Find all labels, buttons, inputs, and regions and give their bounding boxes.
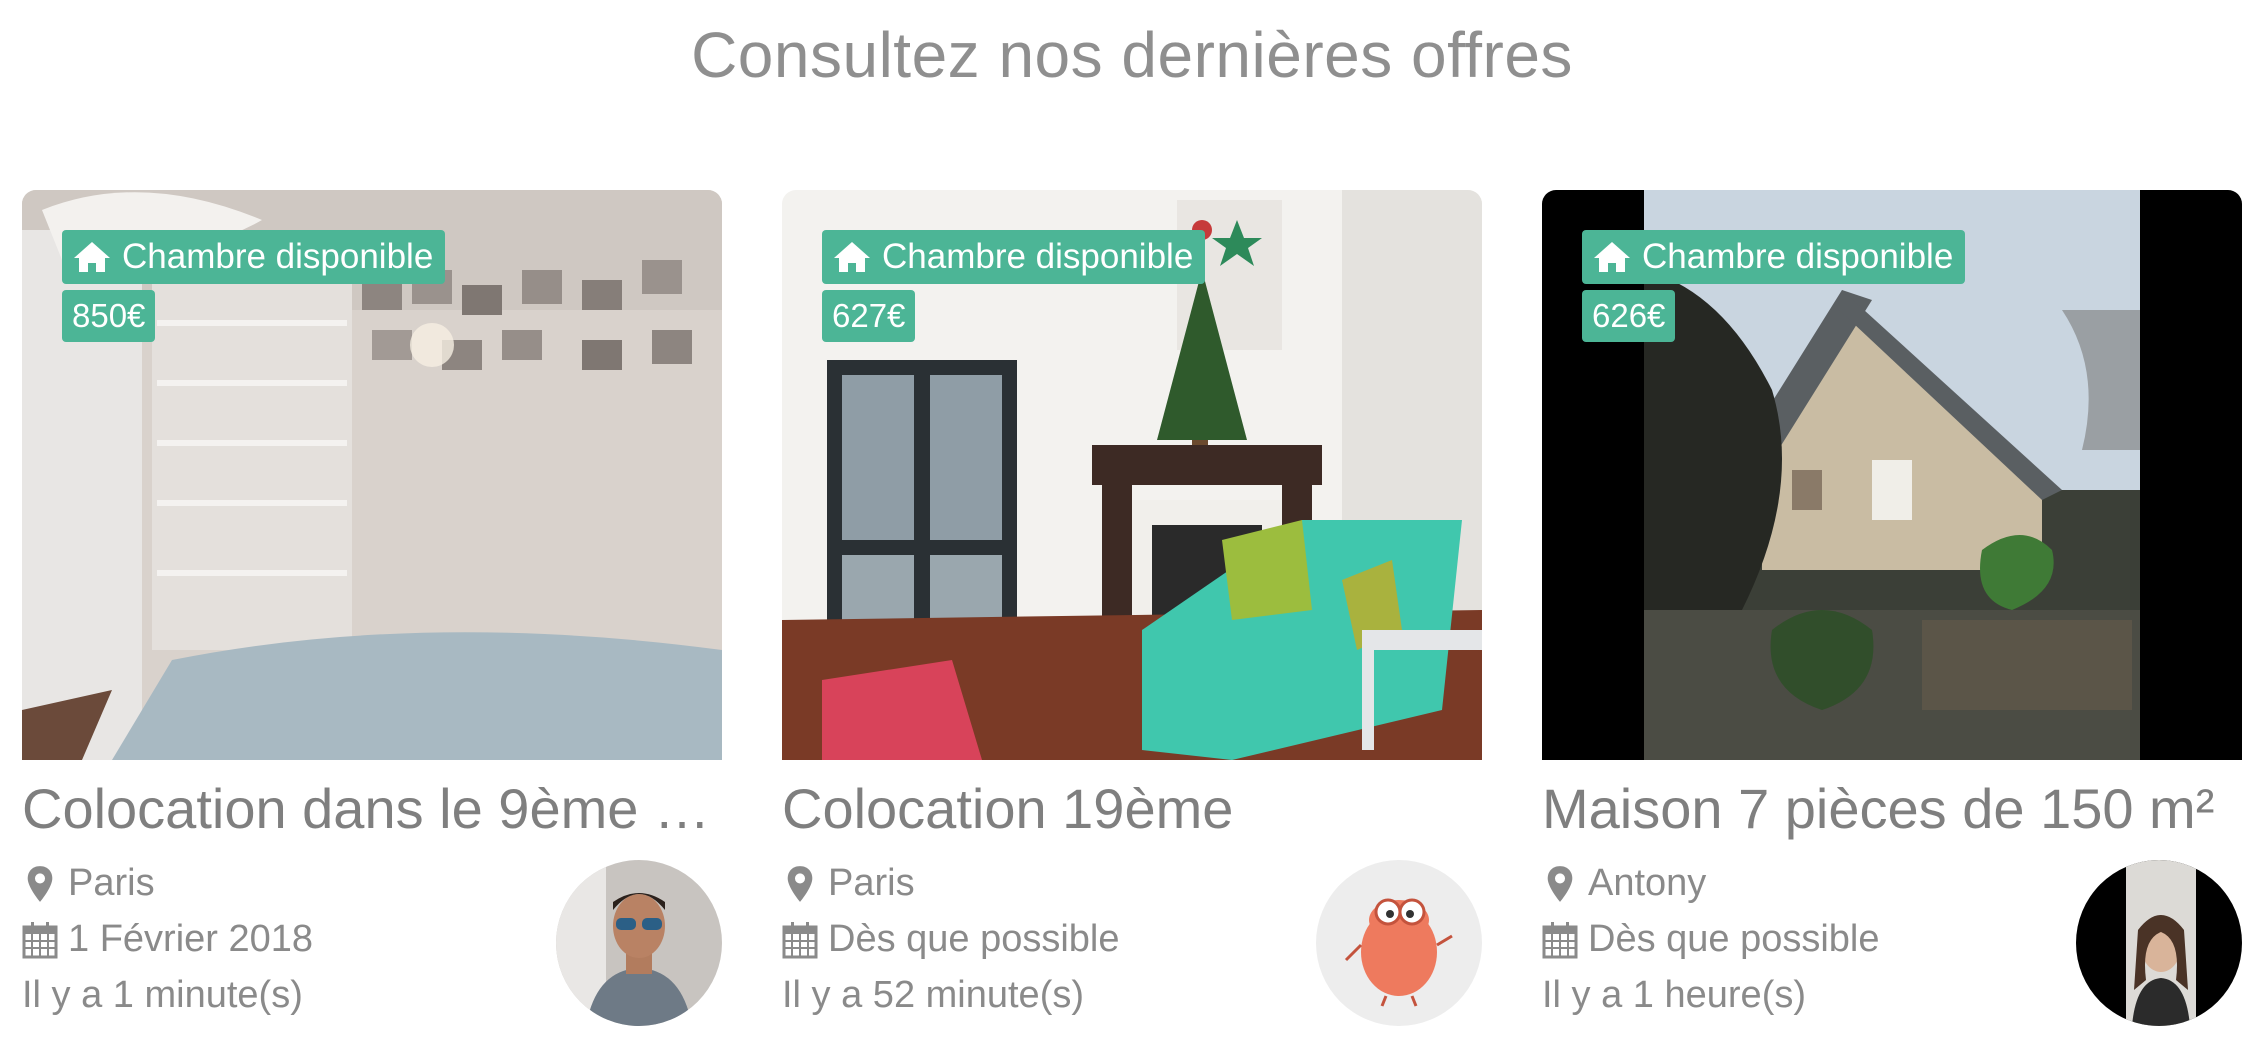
page-title: Consultez nos dernières offres [691,19,1573,91]
offer-posted-time: Il y a 1 heure(s) [1542,974,1806,1016]
badge-label: Chambre disponible [882,237,1194,276]
calendar-icon [1542,921,1578,958]
price-tag: 850€ [62,290,156,342]
location-text: Paris [68,862,155,904]
offer-posted-time: Il y a 52 minute(s) [782,974,1084,1016]
owner-avatar[interactable] [1316,860,1482,1026]
home-icon [1594,242,1630,272]
offer-card[interactable]: Chambre disponible 850€ Colocation dans … [22,190,722,1030]
badge-label: Chambre disponible [1642,237,1954,276]
home-icon [834,242,870,272]
price-tag: 626€ [1582,290,1676,342]
offer-card[interactable]: Chambre disponible 626€ Maison 7 pièces … [1542,190,2242,1030]
availability-badge: Chambre disponible [822,230,1206,284]
offer-title[interactable]: Colocation dans le 9ème … [22,776,722,841]
offer-availability: Dès que possible [1542,918,1880,961]
home-icon [74,242,110,272]
calendar-icon [782,921,818,958]
availability-badge: Chambre disponible [1582,230,1966,284]
offer-title[interactable]: Maison 7 pièces de 150 m² [1542,776,2242,841]
offer-location: Antony [1542,862,1706,905]
availability-text: Dès que possible [1588,918,1880,960]
offer-availability: 1 Février 2018 [22,918,313,961]
availability-text: 1 Février 2018 [68,918,314,960]
calendar-icon [22,921,58,958]
offer-photo[interactable]: Chambre disponible 850€ [22,190,722,760]
avatar-photo [2076,860,2242,1026]
location-text: Paris [828,862,915,904]
owner-avatar[interactable] [2076,860,2242,1026]
offer-photo[interactable]: Chambre disponible 627€ [782,190,1482,760]
default-avatar-mascot [1316,860,1482,1026]
offer-title[interactable]: Colocation 19ème [782,776,1482,841]
avatar-photo [556,860,722,1026]
offer-posted-time: Il y a 1 minute(s) [22,974,303,1016]
offer-photo[interactable]: Chambre disponible 626€ [1542,190,2242,760]
badge-label: Chambre disponible [122,237,434,276]
map-marker-icon [27,865,53,902]
offer-list: Chambre disponible 850€ Colocation dans … [22,190,2242,1030]
availability-text: Dès que possible [828,918,1120,960]
map-marker-icon [1547,865,1573,902]
offer-card[interactable]: Chambre disponible 627€ Colocation 19ème… [782,190,1482,1030]
owner-avatar[interactable] [556,860,722,1026]
offer-location: Paris [22,862,155,905]
availability-badge: Chambre disponible [62,230,446,284]
location-text: Antony [1588,862,1707,904]
map-marker-icon [787,865,813,902]
offer-availability: Dès que possible [782,918,1120,961]
offer-location: Paris [782,862,915,905]
price-tag: 627€ [822,290,916,342]
